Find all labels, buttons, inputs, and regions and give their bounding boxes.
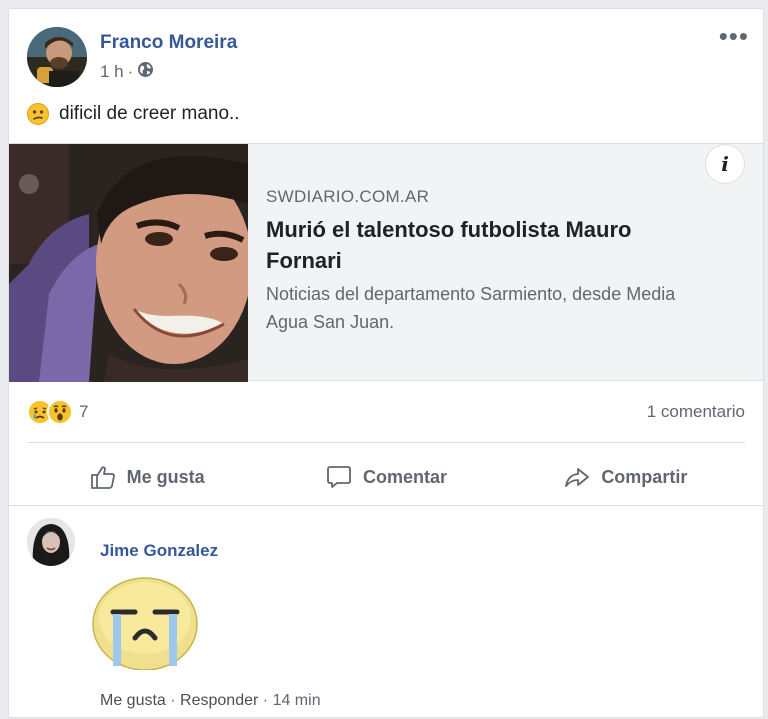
commenter-name[interactable]: Jime Gonzalez bbox=[100, 541, 218, 561]
thumbs-up-icon bbox=[90, 466, 115, 489]
divider bbox=[27, 442, 745, 443]
commenter-avatar[interactable] bbox=[27, 518, 75, 566]
share-button[interactable]: Compartir bbox=[506, 451, 745, 503]
meta-separator: · bbox=[127, 62, 134, 81]
comment-separator: · bbox=[170, 692, 176, 709]
confused-face-icon bbox=[27, 103, 49, 125]
author-name[interactable]: Franco Moreira bbox=[100, 32, 237, 54]
author-avatar[interactable] bbox=[27, 27, 87, 87]
status-text: dificil de creer mano.. bbox=[59, 103, 240, 124]
info-icon[interactable]: i bbox=[705, 144, 745, 184]
wow-face-icon[interactable] bbox=[47, 399, 73, 425]
comment-actions: Me gusta · Responder · 14 min bbox=[100, 692, 321, 710]
post-card: Franco Moreira 1 h · ••• dificil de cree… bbox=[8, 8, 764, 718]
link-headline[interactable]: Murió el talentoso futbolista Mauro Forn… bbox=[266, 214, 706, 276]
post-actions: Me gusta Comentar Compartir bbox=[27, 451, 745, 503]
status-text-row: dificil de creer mano.. bbox=[27, 103, 240, 125]
comment-reply-link[interactable]: Responder bbox=[180, 692, 258, 709]
link-preview[interactable]: i SWDIARIO.COM.AR Murió el talentoso fut… bbox=[9, 143, 763, 382]
comment-separator: · bbox=[262, 692, 269, 709]
comments-area: Jime Gonzalez Me gusta · Responder · 14 … bbox=[9, 505, 763, 719]
comments-count[interactable]: 1 comentario bbox=[647, 402, 745, 422]
share-label: Compartir bbox=[601, 466, 688, 487]
comment-label: Comentar bbox=[362, 466, 447, 487]
link-preview-image[interactable] bbox=[9, 144, 248, 382]
globe-icon bbox=[137, 61, 154, 83]
post-meta: 1 h · bbox=[100, 61, 154, 83]
more-options-icon[interactable]: ••• bbox=[719, 23, 749, 49]
crying-face-sticker bbox=[91, 574, 199, 671]
like-button[interactable]: Me gusta bbox=[27, 451, 266, 503]
reactions-summary[interactable]: 7 bbox=[27, 399, 88, 425]
post-time[interactable]: 1 h bbox=[100, 62, 124, 82]
comment-button[interactable]: Comentar bbox=[266, 451, 505, 503]
comment-icon bbox=[327, 466, 351, 488]
reaction-count[interactable]: 7 bbox=[79, 402, 88, 422]
like-label: Me gusta bbox=[126, 466, 205, 487]
link-domain: SWDIARIO.COM.AR bbox=[266, 187, 430, 206]
comment-like-link[interactable]: Me gusta bbox=[100, 692, 166, 709]
share-arrow-icon bbox=[565, 468, 590, 487]
link-description: Noticias del departamento Sarmiento, des… bbox=[266, 284, 676, 332]
comment-time[interactable]: 14 min bbox=[273, 692, 321, 709]
